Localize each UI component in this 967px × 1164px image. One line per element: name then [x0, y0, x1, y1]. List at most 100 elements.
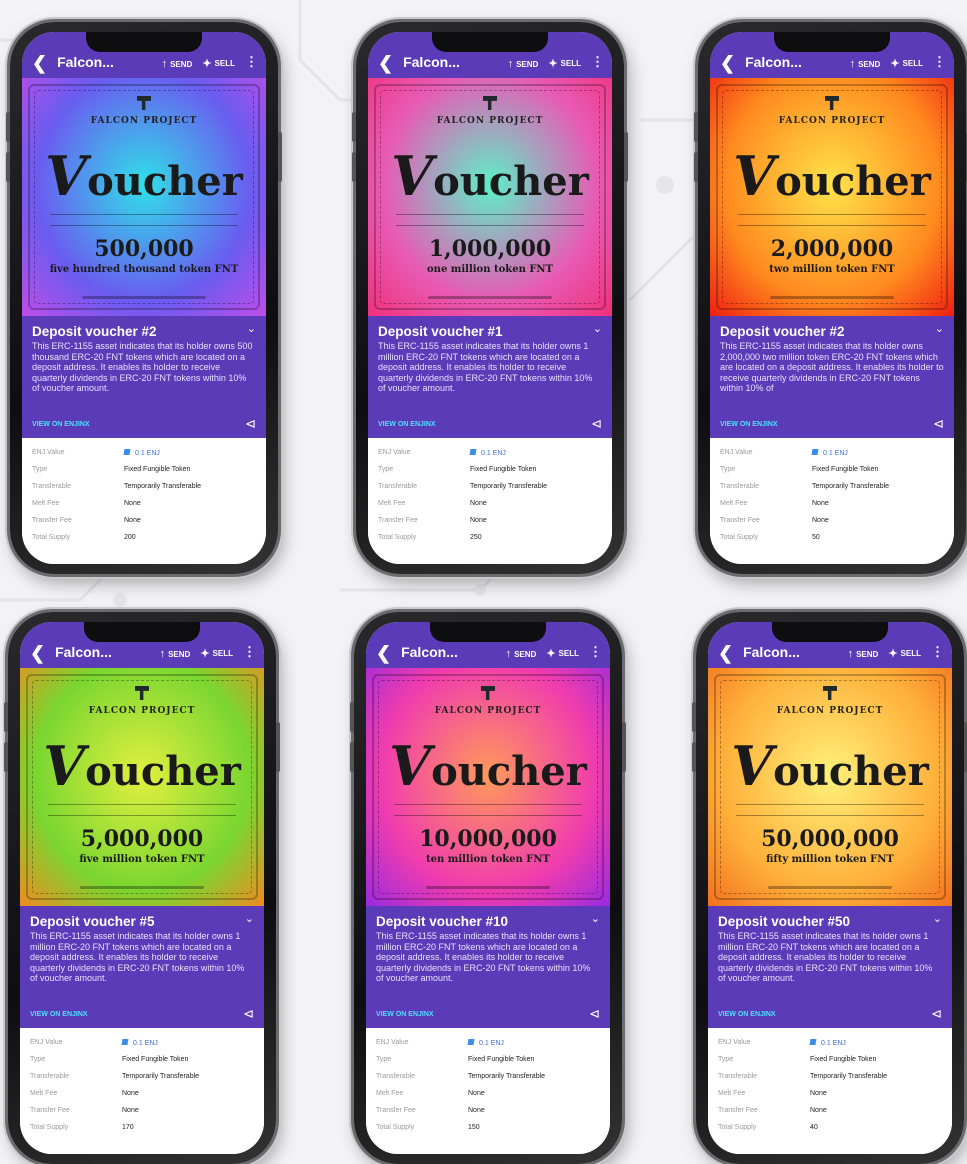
phone-notch	[430, 622, 546, 642]
view-on-enjinx-link[interactable]: VIEW ON ENJINX	[718, 1011, 776, 1018]
chevron-down-icon[interactable]: ⌄	[935, 322, 944, 335]
chevron-left-icon[interactable]: ❮	[30, 644, 45, 662]
chevron-left-icon[interactable]: ❮	[32, 54, 47, 72]
phone-mockup-3: ❮ Falcon... ↑ SEND ✦ SELL ⋮ FALCON PROJE…	[694, 22, 967, 574]
share-icon[interactable]: ⊲	[243, 1006, 254, 1022]
send-label: SEND	[858, 59, 881, 69]
volume-button	[4, 742, 8, 772]
more-vertical-icon[interactable]: ⋮	[591, 54, 604, 70]
property-row: ENJ Value 0.1 ENJ	[376, 1034, 600, 1051]
sell-label: SELL	[902, 59, 923, 68]
chevron-left-icon[interactable]: ❮	[720, 54, 735, 72]
send-button[interactable]: ↑ SEND	[160, 648, 191, 660]
property-key: Melt Fee	[718, 1090, 746, 1097]
property-row: Melt Fee None	[30, 1085, 254, 1102]
property-row: ENJ Value 0.1 ENJ	[720, 444, 944, 461]
property-row: Transfer Fee None	[720, 512, 944, 529]
phone-mockup-5: ❮ Falcon... ↑ SEND ✦ SELL ⋮ FALCON PROJE…	[350, 612, 626, 1164]
more-vertical-icon[interactable]: ⋮	[931, 644, 944, 660]
sell-button[interactable]: ✦ SELL	[548, 57, 581, 70]
voucher-initial: V	[733, 144, 776, 208]
property-row: Type Fixed Fungible Token	[720, 461, 944, 478]
property-value: Fixed Fungible Token	[810, 1056, 877, 1063]
chevron-down-icon[interactable]: ⌄	[593, 322, 602, 335]
phone-notch	[774, 32, 890, 52]
property-row: Type Fixed Fungible Token	[718, 1051, 942, 1068]
view-on-enjinx-link[interactable]: VIEW ON ENJINX	[720, 421, 778, 428]
more-vertical-icon[interactable]: ⋮	[933, 54, 946, 70]
more-vertical-icon[interactable]: ⋮	[589, 644, 602, 660]
send-button[interactable]: ↑ SEND	[506, 648, 537, 660]
voucher-amount-words: ten million token FNT	[426, 854, 550, 865]
voucher-initial: V	[391, 144, 434, 208]
chevron-down-icon[interactable]: ⌄	[245, 912, 254, 925]
asset-description: This ERC-1155 asset indicates that its h…	[718, 931, 933, 983]
property-row: Total Supply 170	[30, 1119, 254, 1136]
chevron-left-icon[interactable]: ❮	[718, 644, 733, 662]
property-key: Type	[376, 1056, 392, 1063]
voucher-image: FALCON PROJECT Voucher 500,000 five hund…	[22, 78, 266, 316]
property-key: Transferable	[720, 483, 760, 490]
property-key: Transferable	[376, 1073, 416, 1080]
share-icon[interactable]: ⊲	[589, 1006, 600, 1022]
property-key: Transferable	[32, 483, 72, 490]
description-panel: Deposit voucher #10 ⌄ This ERC-1155 asse…	[366, 906, 610, 1028]
chevron-left-icon[interactable]: ❮	[378, 54, 393, 72]
property-row: Total Supply 40	[718, 1119, 942, 1136]
send-button[interactable]: ↑ SEND	[508, 58, 539, 70]
property-row: Melt Fee None	[32, 495, 256, 512]
send-label: SEND	[514, 649, 537, 659]
property-value: None	[470, 500, 487, 507]
phone-notch	[86, 32, 202, 52]
more-vertical-icon[interactable]: ⋮	[243, 644, 256, 660]
share-icon[interactable]: ⊲	[933, 416, 944, 432]
volume-button	[4, 702, 8, 732]
tag-icon: ✦	[548, 58, 558, 70]
send-button[interactable]: ↑ SEND	[850, 58, 881, 70]
view-on-enjinx-link[interactable]: VIEW ON ENJINX	[376, 1011, 434, 1018]
send-button[interactable]: ↑ SEND	[162, 58, 193, 70]
voucher-amount-words: one million token FNT	[427, 264, 553, 275]
view-on-enjinx-link[interactable]: VIEW ON ENJINX	[32, 421, 90, 428]
chevron-down-icon[interactable]: ⌄	[591, 912, 600, 925]
power-button	[622, 722, 626, 772]
share-icon[interactable]: ⊲	[931, 1006, 942, 1022]
property-value: 40	[810, 1124, 818, 1131]
asset-title: Deposit voucher #1	[378, 324, 503, 339]
property-key: Melt Fee	[376, 1090, 404, 1097]
sell-button[interactable]: ✦ SELL	[890, 57, 923, 70]
sell-button[interactable]: ✦ SELL	[546, 647, 579, 660]
view-on-enjinx-link[interactable]: VIEW ON ENJINX	[378, 421, 436, 428]
property-row: Total Supply 200	[32, 529, 256, 546]
chevron-down-icon[interactable]: ⌄	[933, 912, 942, 925]
chevron-left-icon[interactable]: ❮	[376, 644, 391, 662]
chevron-down-icon[interactable]: ⌄	[247, 322, 256, 335]
voucher-word-rest: oucher	[431, 748, 587, 795]
asset-description: This ERC-1155 asset indicates that its h…	[30, 931, 245, 983]
properties-table: ENJ Value 0.1 ENJ Type Fixed Fungible To…	[20, 1028, 264, 1154]
voucher-amount: 5,000,000	[80, 826, 204, 852]
tag-icon: ✦	[888, 648, 898, 660]
sell-button[interactable]: ✦ SELL	[200, 647, 233, 660]
share-icon[interactable]: ⊲	[245, 416, 256, 432]
property-value: Fixed Fungible Token	[124, 466, 191, 473]
voucher-fine-print	[394, 804, 582, 816]
view-on-enjinx-link[interactable]: VIEW ON ENJINX	[30, 1011, 88, 1018]
send-button[interactable]: ↑ SEND	[848, 648, 879, 660]
enjin-coin-icon	[467, 1038, 475, 1045]
property-row: Type Fixed Fungible Token	[30, 1051, 254, 1068]
more-vertical-icon[interactable]: ⋮	[245, 54, 258, 70]
asset-description: This ERC-1155 asset indicates that its h…	[376, 931, 591, 983]
share-icon[interactable]: ⊲	[591, 416, 602, 432]
phone-mockup-1: ❮ Falcon... ↑ SEND ✦ SELL ⋮ FALCON PROJE…	[6, 22, 282, 574]
phone-notch	[772, 622, 888, 642]
property-row: Melt Fee None	[376, 1085, 600, 1102]
phone-mockup-6: ❮ Falcon... ↑ SEND ✦ SELL ⋮ FALCON PROJE…	[692, 612, 967, 1164]
voucher-image: FALCON PROJECT Voucher 5,000,000 five mi…	[20, 668, 264, 906]
property-key: Total Supply	[720, 534, 759, 541]
property-row: Type Fixed Fungible Token	[378, 461, 602, 478]
sell-button[interactable]: ✦ SELL	[202, 57, 235, 70]
property-row: Type Fixed Fungible Token	[32, 461, 256, 478]
property-row: Transferable Temporarily Transferable	[376, 1068, 600, 1085]
sell-button[interactable]: ✦ SELL	[888, 647, 921, 660]
